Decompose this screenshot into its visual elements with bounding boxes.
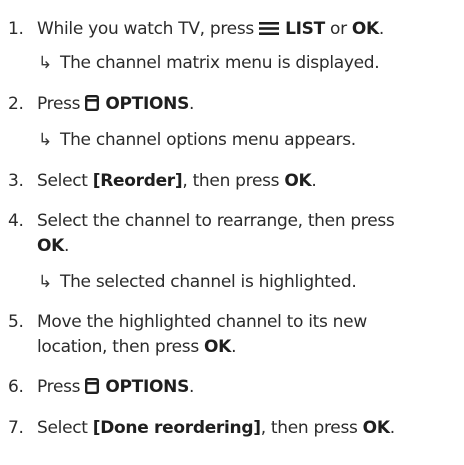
list-key: LIST <box>285 19 325 39</box>
step-text: Press <box>37 377 86 397</box>
result-text: The channel options menu appears. <box>60 130 356 150</box>
options-key: OPTIONS <box>105 94 190 114</box>
step-text: Select <box>37 171 93 191</box>
ok-key: OK <box>351 19 379 39</box>
options-icon <box>85 95 100 111</box>
instruction-page: 1. While you watch TV, press LIST or OK.… <box>8 19 395 438</box>
step-text: While you watch TV, press <box>37 19 260 39</box>
step-text: Select the channel to rearrange, then pr… <box>37 211 395 231</box>
step-number: 6. <box>8 377 24 397</box>
list-icon <box>259 22 280 35</box>
options-icon <box>85 378 100 394</box>
step-number: 2. <box>8 94 24 114</box>
options-key: OPTIONS <box>105 377 190 397</box>
step-text: Select <box>37 418 93 438</box>
step-number: 3. <box>8 171 24 191</box>
ok-key: OK <box>284 171 312 191</box>
step-number: 7. <box>8 418 24 438</box>
result-arrow-icon: ↳ <box>38 53 52 73</box>
ok-key: OK <box>204 337 232 357</box>
ok-key: OK <box>37 236 65 256</box>
ok-key: OK <box>362 418 390 438</box>
step-text: Move the highlighted channel to its new <box>37 312 367 332</box>
result-text: The channel matrix menu is displayed. <box>60 53 380 73</box>
done-reordering-option: [Done reordering] <box>92 418 261 438</box>
reorder-option: [Reorder] <box>92 171 183 191</box>
step-number: 1. <box>8 19 24 39</box>
step-text: Press <box>37 94 86 114</box>
result-arrow-icon: ↳ <box>38 130 52 150</box>
result-text: The selected channel is highlighted. <box>60 272 357 292</box>
step-number: 4. <box>8 211 24 231</box>
result-arrow-icon: ↳ <box>38 272 52 292</box>
step-number: 5. <box>8 312 24 332</box>
